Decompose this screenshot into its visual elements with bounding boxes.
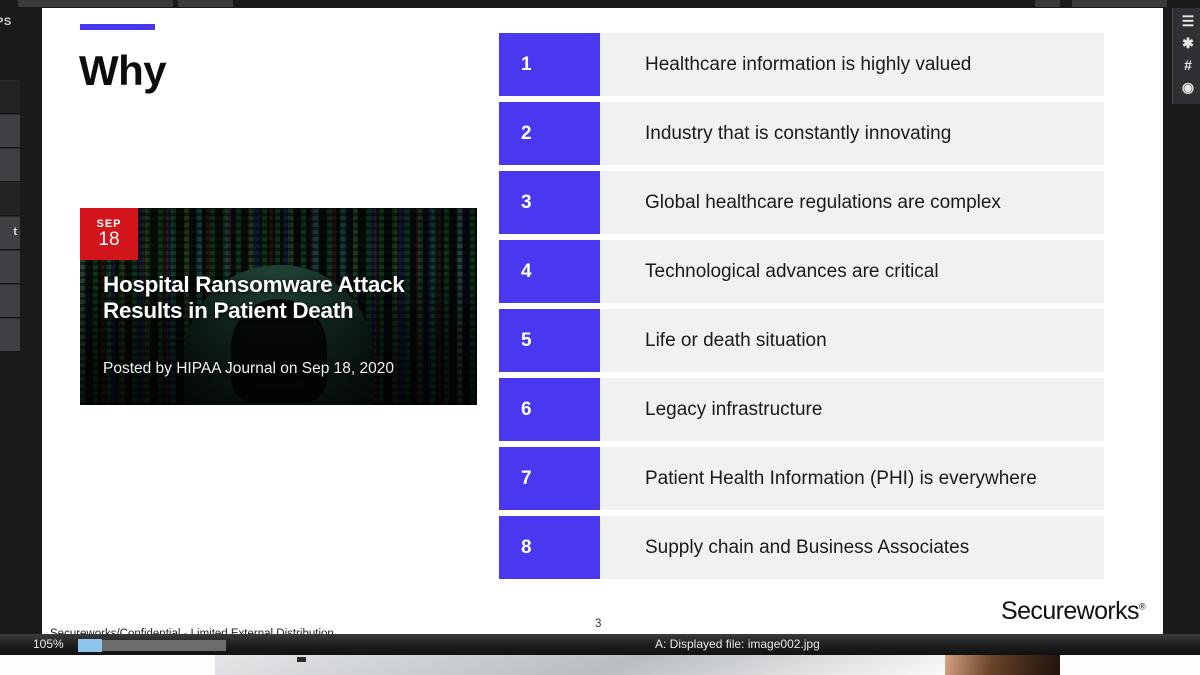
bottom-video-strip (0, 655, 1200, 675)
row-number: 4 (499, 240, 600, 303)
left-toolbar-button-3[interactable] (0, 148, 20, 182)
right-toolbar-panel: ☰ ✱ # ◉ (1172, 8, 1200, 104)
grid-icon[interactable]: # (1177, 54, 1199, 76)
row-number: 1 (499, 33, 600, 96)
row-text: Industry that is constantly innovating (645, 122, 952, 144)
title-accent-bar (80, 24, 155, 30)
table-row[interactable]: 5 Life or death situation (499, 309, 1104, 372)
article-headline: Hospital Ransomware Attack Results in Pa… (103, 272, 405, 324)
row-number: 5 (499, 309, 600, 372)
titlebar-tab-4[interactable] (1072, 0, 1167, 7)
left-toolbar-button-2[interactable] (0, 114, 20, 148)
row-number: 6 (499, 378, 600, 441)
logo-trademark-mark: ® (1138, 601, 1146, 612)
left-toolbar-button-6[interactable] (0, 250, 20, 284)
left-toolbar-button-5[interactable]: t (0, 216, 20, 250)
left-toolbar-button-4[interactable] (0, 182, 20, 216)
page-title: Why (79, 47, 167, 94)
table-row[interactable]: 1 Healthcare information is highly value… (499, 33, 1104, 96)
article-date-day: 18 (98, 228, 120, 250)
article-date-month: SEP (96, 217, 122, 230)
window-titlebar (0, 0, 1200, 8)
row-text: Global healthcare regulations are comple… (645, 191, 1001, 213)
article-thumbnail[interactable]: SEP 18 Hospital Ransomware Attack Result… (80, 208, 477, 405)
titlebar-tab-1[interactable] (18, 0, 173, 7)
table-row[interactable]: 4 Technological advances are critical (499, 240, 1104, 303)
application-window: PS t ☰ ✱ # ◉ Why SEP 18 (0, 0, 1200, 675)
logo-text: Secureworks (1001, 597, 1140, 625)
row-text: Legacy infrastructure (645, 398, 823, 420)
slide-page-number: 3 (595, 618, 602, 630)
status-bar: 105% A: Displayed file: image002.jpg (0, 634, 1200, 655)
row-text: Technological advances are critical (645, 260, 939, 282)
article-byline: Posted by HIPAA Journal on Sep 18, 2020 (103, 360, 394, 377)
row-number: 3 (499, 171, 600, 234)
table-row[interactable]: 3 Global healthcare regulations are comp… (499, 171, 1104, 234)
row-text: Patient Health Information (PHI) is ever… (645, 467, 1037, 489)
article-date-badge: SEP 18 (80, 208, 138, 260)
target-icon[interactable]: ◉ (1177, 76, 1199, 98)
table-row[interactable]: 7 Patient Health Information (PHI) is ev… (499, 447, 1104, 510)
reasons-list: 1 Healthcare information is highly value… (499, 33, 1104, 585)
list-icon[interactable]: ☰ (1177, 10, 1199, 32)
table-row[interactable]: 2 Industry that is constantly innovating (499, 102, 1104, 165)
shared-screen-preview[interactable] (215, 655, 945, 675)
row-number: 7 (499, 447, 600, 510)
table-row[interactable]: 6 Legacy infrastructure (499, 378, 1104, 441)
displayed-file-status: A: Displayed file: image002.jpg (655, 637, 820, 651)
left-toolbar: PS t (0, 8, 42, 648)
left-toolbar-button-7[interactable] (0, 284, 20, 318)
titlebar-tab-3[interactable] (1035, 0, 1060, 7)
star-icon[interactable]: ✱ (1177, 32, 1199, 54)
left-toolbar-button-5-label: t (13, 226, 17, 238)
titlebar-tab-2[interactable] (178, 0, 233, 7)
participant-video-thumbnail[interactable] (945, 655, 1060, 675)
zoom-level-label: 105% (33, 637, 64, 651)
row-number: 2 (499, 102, 600, 165)
right-toolbar: ☰ ✱ # ◉ (1164, 8, 1200, 648)
left-toolbar-button-1[interactable] (0, 80, 20, 114)
row-text: Life or death situation (645, 329, 827, 351)
slide-canvas: Why SEP 18 Hospital Ransomware Attack Re… (42, 8, 1163, 648)
left-toolbar-button-8[interactable] (0, 318, 20, 352)
secureworks-logo: Secureworks® (1001, 597, 1146, 626)
row-number: 8 (499, 516, 600, 579)
row-text: Healthcare information is highly valued (645, 53, 972, 75)
table-row[interactable]: 8 Supply chain and Business Associates (499, 516, 1104, 579)
left-toolbar-app-label: PS (0, 16, 12, 28)
zoom-slider-thumb[interactable] (78, 639, 102, 652)
preview-marker (297, 657, 306, 662)
row-text: Supply chain and Business Associates (645, 536, 970, 558)
